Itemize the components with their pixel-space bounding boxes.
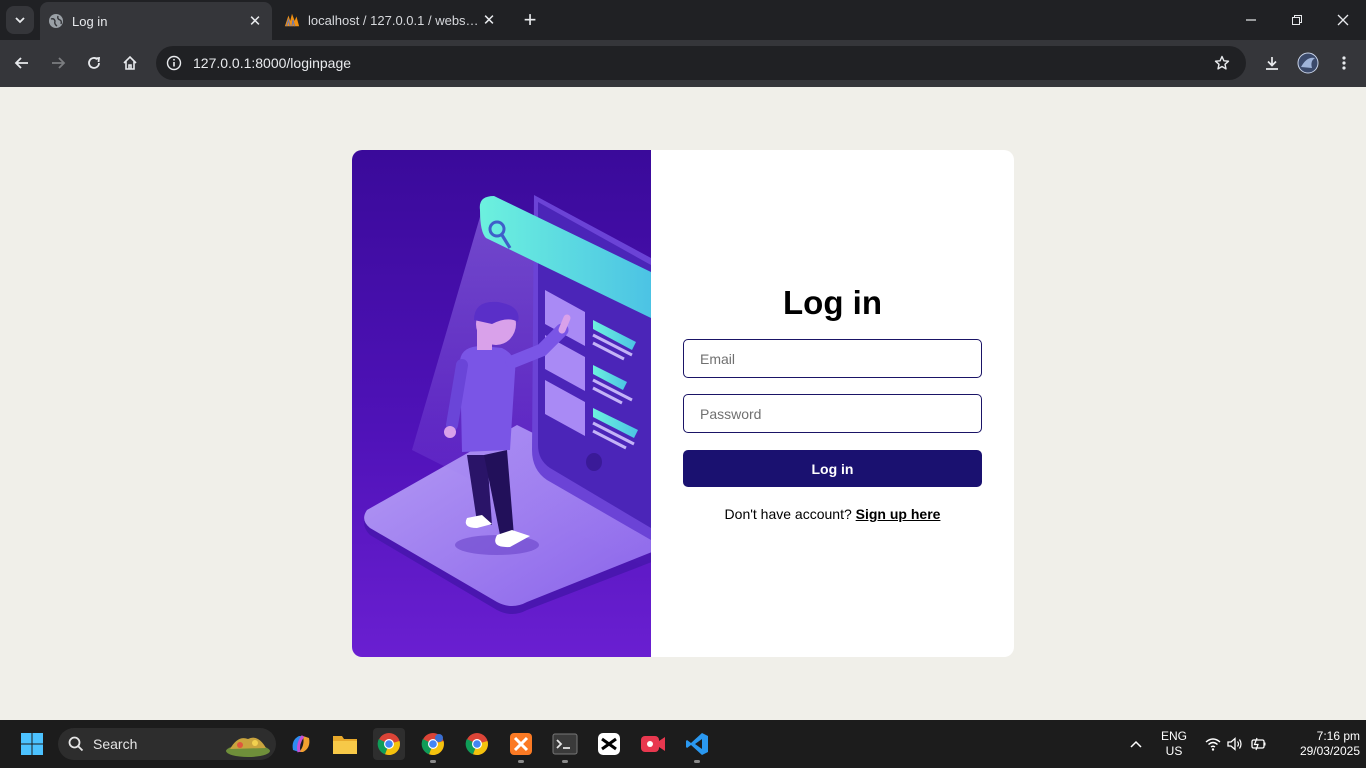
forward-button[interactable] (43, 48, 73, 78)
home-button[interactable] (115, 48, 145, 78)
login-card: Log in Log in Don't have account? Sign u… (352, 150, 1014, 657)
browser-tab-strip: Log in ✕ localhost / 127.0.0.1 / websys_… (0, 0, 1366, 40)
restore-icon (1292, 15, 1302, 25)
reload-button[interactable] (79, 48, 109, 78)
new-tab-button[interactable]: + (518, 9, 542, 33)
site-info-icon[interactable] (164, 53, 184, 73)
language-label: ENG (1160, 729, 1187, 743)
globe-icon (48, 13, 64, 29)
clock-time: 7:16 pm (1316, 729, 1360, 743)
more-vertical-icon (1342, 56, 1346, 70)
back-button[interactable] (7, 48, 37, 78)
browser-menu-button[interactable] (1329, 48, 1359, 78)
signup-prompt-line: Don't have account? Sign up here (651, 506, 1014, 522)
signup-prompt-text: Don't have account? (724, 506, 852, 522)
login-illustration (352, 150, 651, 657)
tab-title: localhost / 127.0.0.1 / websys_m (308, 12, 480, 28)
arrow-right-icon (52, 57, 66, 69)
region-label: US (1165, 744, 1183, 758)
url-text[interactable]: 127.0.0.1:8000/loginpage (193, 55, 351, 71)
bookmark-star-icon[interactable] (1212, 53, 1232, 73)
clock-date: 29/03/2025 (1299, 744, 1360, 758)
signup-link[interactable]: Sign up here (856, 506, 941, 522)
arrow-left-icon (14, 57, 28, 69)
downloads-button[interactable] (1257, 48, 1287, 78)
browser-toolbar: 127.0.0.1:8000/loginpage (0, 40, 1366, 87)
taskbar-search-label: Search (93, 736, 138, 752)
page-viewport: Log in Log in Don't have account? Sign u… (0, 87, 1366, 720)
quick-settings-button[interactable] (1198, 728, 1274, 760)
copilot-taskbar-icon[interactable] (285, 728, 317, 760)
chrome-profile-3-icon[interactable] (461, 728, 493, 760)
xampp-icon[interactable] (505, 728, 537, 763)
reload-icon (88, 56, 101, 69)
volume-icon (1227, 737, 1242, 751)
clock[interactable]: 7:16 pm 29/03/2025 (1280, 729, 1360, 759)
download-icon (1266, 57, 1278, 70)
tab-search-button[interactable] (6, 6, 34, 34)
screen-recorder-icon[interactable] (637, 728, 669, 760)
chrome-taskbar-icon-active[interactable] (373, 728, 405, 760)
restore-button[interactable] (1274, 0, 1320, 40)
windows-logo-icon (21, 733, 43, 755)
tab-close-icon[interactable]: ✕ (246, 12, 264, 30)
address-bar[interactable]: 127.0.0.1:8000/loginpage (156, 46, 1246, 80)
start-button[interactable] (16, 728, 48, 760)
windows-taskbar: Search ENG US 7:16 pm 29/03/2025 (0, 720, 1366, 768)
login-title: Log in (783, 284, 882, 321)
tab-login[interactable]: Log in ✕ (40, 2, 272, 40)
email-input[interactable] (683, 339, 982, 378)
input-language[interactable]: ENG US (1156, 729, 1192, 759)
taskbar-search[interactable]: Search (58, 728, 276, 760)
search-highlight-icon (226, 737, 270, 757)
password-input[interactable] (683, 394, 982, 433)
phpmyadmin-icon (284, 12, 300, 28)
minimize-icon (1246, 19, 1256, 21)
tab-phpmyadmin[interactable]: localhost / 127.0.0.1 / websys_m ✕ (276, 0, 506, 40)
file-explorer-icon[interactable] (329, 728, 361, 760)
show-hidden-icons-button[interactable] (1120, 728, 1152, 760)
minimize-button[interactable] (1228, 0, 1274, 40)
login-form: Log in Log in Don't have account? Sign u… (651, 150, 1014, 657)
chevron-down-icon (15, 17, 25, 24)
vscode-icon[interactable] (681, 728, 713, 763)
login-button[interactable]: Log in (683, 450, 982, 487)
profile-avatar-button[interactable] (1293, 48, 1323, 78)
chevron-up-icon (1130, 740, 1142, 748)
tab-title: Log in (72, 13, 108, 29)
wifi-icon (1205, 738, 1221, 751)
tab-close-icon[interactable]: ✕ (480, 11, 498, 29)
close-icon (1337, 14, 1349, 26)
home-icon (123, 55, 137, 70)
capcut-icon[interactable] (593, 728, 625, 760)
search-icon (68, 736, 84, 752)
avatar-icon (1297, 52, 1319, 74)
chrome-profile-2-icon[interactable] (417, 728, 449, 763)
terminal-icon[interactable] (549, 728, 581, 763)
battery-charging-icon (1251, 737, 1266, 751)
close-window-button[interactable] (1320, 0, 1366, 40)
